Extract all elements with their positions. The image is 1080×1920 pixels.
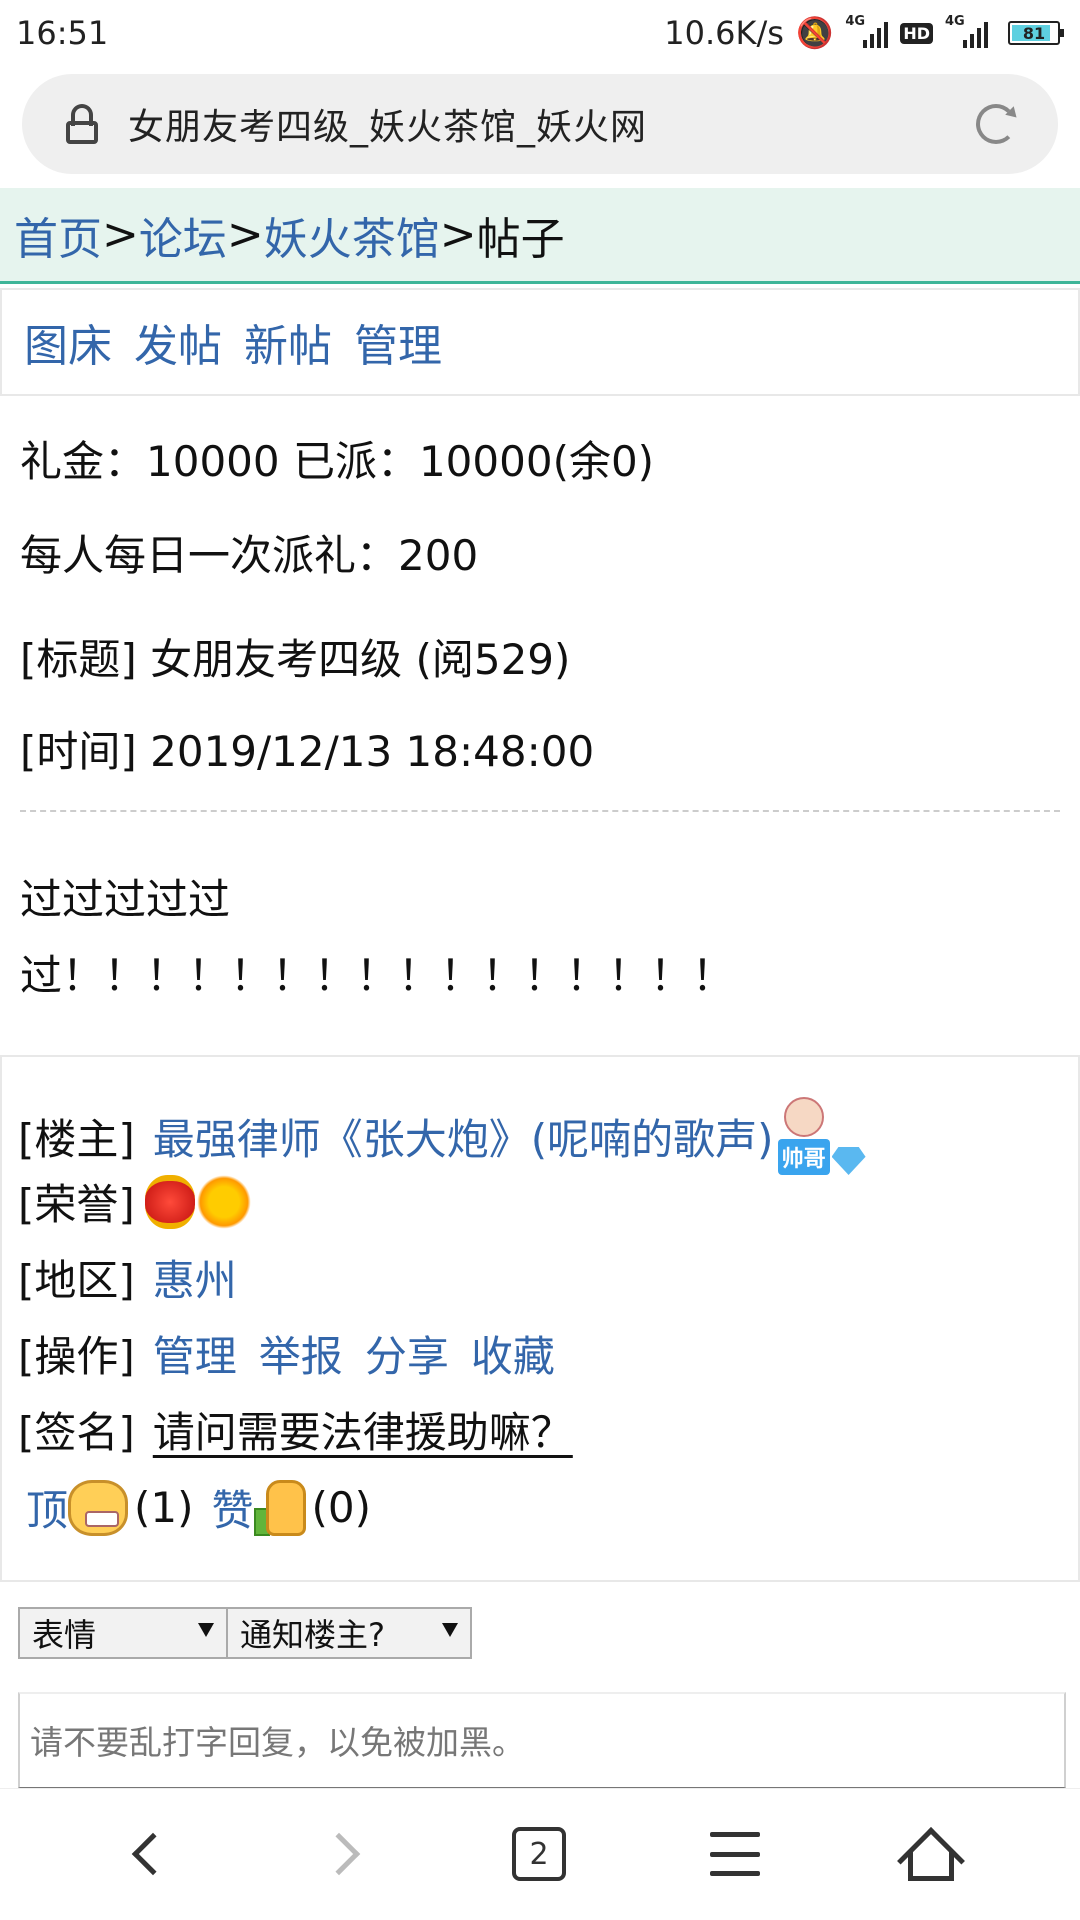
thumbs-up-icon[interactable] <box>253 1479 306 1536</box>
post-time: [时间] 2019/12/13 18:48:00 <box>20 727 595 776</box>
like-count: (0) <box>311 1483 372 1532</box>
upvote-count: (1) <box>134 1483 194 1532</box>
nav-latest-posts[interactable]: 新帖 <box>244 310 332 374</box>
action-share-link[interactable]: 分享 <box>365 1323 449 1384</box>
author-info-box: [楼主] 最强律师《张大炮》(呢喃的歌声) 帅哥 [荣誉] [地区] 惠州 [操… <box>0 1055 1080 1582</box>
owner-row: [楼主] 最强律师《张大炮》(呢喃的歌声) 帅哥 <box>18 1097 866 1175</box>
signal-icon: 4G <box>845 14 889 48</box>
breadcrumb-teahouse[interactable]: 妖火茶馆 <box>264 203 440 267</box>
emoji-select[interactable]: 表情 <box>18 1607 228 1659</box>
browser-bottom-nav: 2 <box>0 1788 1080 1920</box>
region-link[interactable]: 惠州 <box>153 1247 237 1308</box>
diamond-icon <box>831 1147 866 1175</box>
breadcrumb-separator: > <box>439 209 477 260</box>
signature-label: [签名] <box>18 1408 135 1457</box>
action-favorite-link[interactable]: 收藏 <box>471 1323 555 1384</box>
post-body-line: 过过过过过 <box>20 875 231 924</box>
lantern-icon <box>144 1174 195 1229</box>
gift-info: 礼金：10000 已派：10000(余0) <box>20 437 655 486</box>
owner-label: [楼主] <box>18 1114 135 1164</box>
nav-new-post[interactable]: 发帖 <box>134 310 222 374</box>
breadcrumb: 首页 > 论坛 > 妖火茶馆 > 帖子 <box>0 188 1080 284</box>
reactions-row: 顶 (1) 赞 (0) <box>18 1477 371 1538</box>
post-title: [标题] 女朋友考四级 (阅529) <box>20 635 571 684</box>
upvote-link[interactable]: 顶 <box>26 1477 68 1538</box>
notify-owner-select[interactable]: 通知楼主? <box>226 1607 472 1659</box>
daily-gift-info: 每人每日一次派礼：200 <box>20 531 479 580</box>
page-title[interactable]: 女朋友考四级_妖火茶馆_妖火网 <box>128 98 976 150</box>
home-icon <box>897 1827 965 1895</box>
home-button[interactable] <box>896 1819 966 1895</box>
breadcrumb-forum[interactable]: 论坛 <box>139 203 227 267</box>
actions-row: [操作] 管理 举报 分享 收藏 <box>18 1323 555 1384</box>
hd-icon: HD <box>900 22 933 44</box>
menu-button[interactable] <box>700 1819 770 1889</box>
action-report-link[interactable]: 举报 <box>259 1323 343 1384</box>
address-bar[interactable]: 女朋友考四级_妖火茶馆_妖火网 <box>22 74 1058 174</box>
dropdown-arrow-icon <box>198 1623 214 1637</box>
menu-icon <box>710 1832 760 1876</box>
breadcrumb-current: 帖子 <box>476 213 565 265</box>
region-row: [地区] 惠州 <box>18 1247 237 1308</box>
breadcrumb-home[interactable]: 首页 <box>14 203 102 267</box>
breadcrumb-separator: > <box>102 209 139 260</box>
reply-input[interactable] <box>18 1692 1066 1788</box>
chevron-left-icon <box>131 1832 175 1876</box>
divider <box>20 810 1060 812</box>
like-link[interactable]: 赞 <box>212 1477 254 1538</box>
honor-label: [荣誉] <box>18 1180 135 1229</box>
back-button[interactable] <box>112 1819 182 1889</box>
breadcrumb-separator: > <box>226 209 264 260</box>
net-speed: 10.6K/s <box>664 14 784 52</box>
actions-label: [操作] <box>18 1332 135 1381</box>
nav-image-host[interactable]: 图床 <box>24 310 112 374</box>
bell-muted-icon: 🔕 <box>795 15 834 51</box>
region-label: [地区] <box>18 1256 135 1305</box>
status-bar: 16:51 10.6K/s 🔕 4G HD 4G 81 <box>0 0 1080 66</box>
sun-icon <box>196 1174 251 1229</box>
dropdown-arrow-icon <box>442 1623 458 1637</box>
tabs-button[interactable]: 2 <box>504 1819 574 1889</box>
owner-name-link[interactable]: 最强律师《张大炮》(呢喃的歌声) <box>153 1106 774 1167</box>
signature-text[interactable]: 请问需要法律援助嘛？ <box>153 1399 573 1460</box>
action-manage-link[interactable]: 管理 <box>153 1323 237 1384</box>
honor-row: [荣誉] <box>18 1171 251 1232</box>
handsome-badge-icon: 帅哥 <box>777 1097 866 1175</box>
post-body-line: 过！！！！！！！！！！！！！！！！ <box>20 951 735 1000</box>
lock-icon <box>66 104 98 144</box>
signature-row: [签名] 请问需要法律援助嘛？ <box>18 1399 573 1460</box>
grin-icon[interactable] <box>68 1479 129 1536</box>
status-time: 16:51 <box>16 14 109 52</box>
nav-manage[interactable]: 管理 <box>354 310 442 374</box>
forum-nav: 图床 发帖 新帖 管理 <box>0 288 1080 396</box>
chevron-right-icon <box>317 1832 361 1876</box>
tabs-icon: 2 <box>512 1827 566 1881</box>
battery-icon: 81 <box>1008 21 1064 45</box>
status-icons: 10.6K/s 🔕 4G HD 4G 81 <box>664 14 1064 52</box>
forward-button[interactable] <box>310 1819 380 1889</box>
signal-icon-2: 4G <box>945 14 988 48</box>
refresh-icon[interactable] <box>976 104 1016 144</box>
